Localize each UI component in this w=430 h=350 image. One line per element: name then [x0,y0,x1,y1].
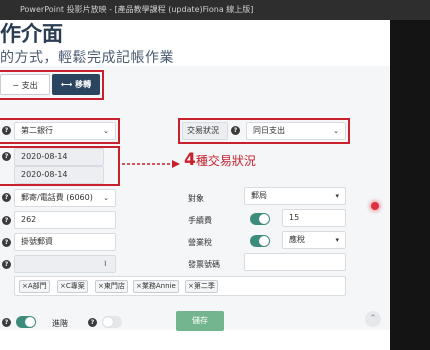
tag-chip[interactable]: ×C專案 [57,280,88,293]
fee-toggle[interactable] [250,213,270,225]
tag-label: A部門 [27,282,47,290]
chevron-down-icon: ⌄ [103,194,109,202]
tag-chip[interactable]: ×東門店 [95,280,128,293]
highlight-dates [0,146,120,186]
save-button[interactable]: 儲存 [176,311,224,331]
annotation-text: 4種交易狀況 [184,150,256,170]
help-icon[interactable]: ? [2,318,11,327]
slide-heading: 作介面 [0,22,63,46]
tag-chip[interactable]: ×第二季 [185,280,218,293]
slide-subheading: 的方式，輕鬆完成記帳作業 [0,50,174,66]
payee-value: 郵局 [251,191,267,200]
window-title: PowerPoint 投影片放映 - [產品教學課程 (update)Fiona… [20,5,254,14]
fee-input[interactable]: 15 [282,209,346,227]
help-icon[interactable]: ? [2,193,11,202]
window-titlebar: PowerPoint 投影片放映 - [產品教學課程 (update)Fiona… [0,0,430,20]
help-icon[interactable]: ? [88,318,97,327]
chevron-down-icon: ▾ [335,192,339,200]
category-select[interactable]: 郵寄/電話費 (6060) ⌄ [14,189,116,207]
paperclip-icon[interactable]: ⌇ [104,256,107,272]
help-icon[interactable]: ? [2,238,11,247]
laser-pointer-icon [371,202,379,210]
annotation-arrow-icon [122,160,180,168]
amount-value: 262 [21,215,37,224]
invoice-input[interactable] [244,253,346,271]
invoice-label: 發票號碼 [188,260,220,269]
tax-value: 應稅 [289,235,305,244]
memo-value: 掛號郵資 [21,237,53,246]
tag-chip[interactable]: ×A部門 [19,280,50,293]
advanced-toggle[interactable] [102,316,122,328]
fee-label: 手續費 [188,216,212,225]
amount-input[interactable]: 262 [14,211,116,229]
tag-label: 第二季 [193,282,215,290]
attachment-field[interactable]: ⌇ [14,255,116,273]
category-value: 郵寄/電話費 (6060) [21,193,93,202]
tag-label: 業務Annie [141,282,176,290]
tag-label: C專案 [65,282,85,290]
tag-chip[interactable]: ×業務Annie [133,280,179,293]
tag-label: 東門店 [103,282,125,290]
help-icon[interactable]: ? [2,260,11,269]
chevron-down-icon: ▾ [335,236,339,244]
tax-select[interactable]: 應稅 ▾ [282,231,346,249]
chevron-up-icon[interactable]: ⌃ [365,311,381,327]
highlight-transaction-status [178,118,350,144]
slide-margin [390,20,430,350]
annotation-number: 4 [184,150,196,170]
annotation-label: 種交易狀況 [195,154,256,168]
fee-value: 15 [289,213,300,222]
recurring-toggle[interactable] [16,316,36,328]
tax-toggle[interactable] [250,235,270,247]
tags-input[interactable]: ×A部門 ×C專案 ×東門店 ×業務Annie ×第二季 [14,276,346,296]
memo-input[interactable]: 掛號郵資 [14,233,116,251]
highlight-from-account [0,118,120,144]
help-icon[interactable]: ? [2,216,11,225]
advanced-label: 進階 [52,319,68,328]
payee-select[interactable]: 郵局 ▾ [244,187,346,205]
payee-label: 對象 [188,194,204,203]
tax-label: 營業稅 [188,238,212,247]
highlight-mode-buttons [0,70,104,100]
